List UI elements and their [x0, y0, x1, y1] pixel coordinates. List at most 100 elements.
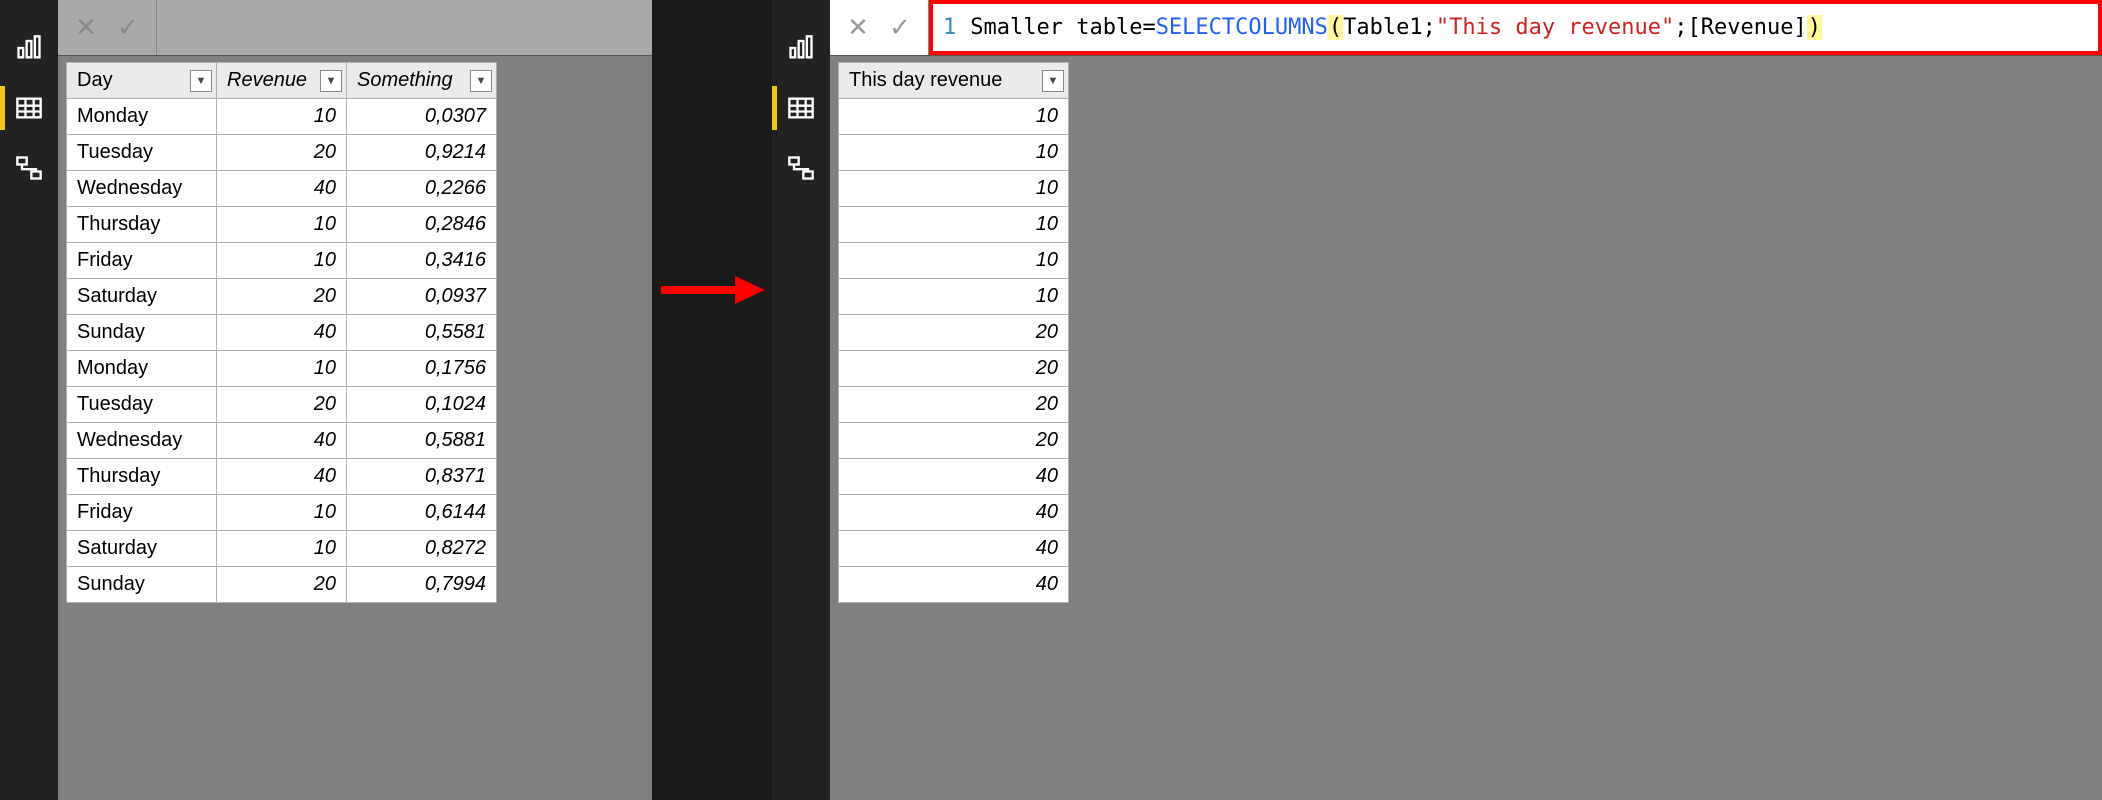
cell-day[interactable]: Friday [67, 243, 217, 279]
formula-input-left[interactable] [157, 0, 652, 55]
table-row[interactable]: 10 [839, 171, 1069, 207]
cell-something[interactable]: 0,5581 [347, 315, 497, 351]
table-row[interactable]: 10 [839, 99, 1069, 135]
table-row[interactable]: Monday100,1756 [67, 351, 497, 387]
table-row[interactable]: 10 [839, 135, 1069, 171]
col-header-something[interactable]: Something ▼ [347, 63, 497, 99]
cell-something[interactable]: 0,7994 [347, 567, 497, 603]
nav-data-view[interactable] [772, 78, 830, 138]
cell-this-day-revenue[interactable]: 40 [839, 567, 1069, 603]
table-row[interactable]: 10 [839, 243, 1069, 279]
table-row[interactable]: Saturday200,0937 [67, 279, 497, 315]
cell-revenue[interactable]: 10 [217, 99, 347, 135]
cell-something[interactable]: 0,3416 [347, 243, 497, 279]
cell-revenue[interactable]: 10 [217, 243, 347, 279]
table-row[interactable]: Sunday200,7994 [67, 567, 497, 603]
table-row[interactable]: Monday100,0307 [67, 99, 497, 135]
table-row[interactable]: 40 [839, 495, 1069, 531]
cell-something[interactable]: 0,5881 [347, 423, 497, 459]
cell-revenue[interactable]: 20 [217, 567, 347, 603]
cell-day[interactable]: Tuesday [67, 135, 217, 171]
table-row[interactable]: 40 [839, 459, 1069, 495]
col-header-revenue[interactable]: Revenue ▼ [217, 63, 347, 99]
cell-something[interactable]: 0,1024 [347, 387, 497, 423]
cell-day[interactable]: Wednesday [67, 423, 217, 459]
table-row[interactable]: Wednesday400,2266 [67, 171, 497, 207]
table-row[interactable]: 20 [839, 315, 1069, 351]
cell-this-day-revenue[interactable]: 10 [839, 135, 1069, 171]
cell-this-day-revenue[interactable]: 10 [839, 99, 1069, 135]
table-row[interactable]: Tuesday200,1024 [67, 387, 497, 423]
cell-day[interactable]: Saturday [67, 279, 217, 315]
nav-report-view[interactable] [772, 18, 830, 78]
cell-this-day-revenue[interactable]: 20 [839, 387, 1069, 423]
cell-this-day-revenue[interactable]: 20 [839, 423, 1069, 459]
cell-something[interactable]: 0,1756 [347, 351, 497, 387]
filter-dropdown[interactable]: ▼ [1042, 70, 1064, 92]
cell-revenue[interactable]: 10 [217, 351, 347, 387]
cell-day[interactable]: Friday [67, 495, 217, 531]
table-row[interactable]: 40 [839, 531, 1069, 567]
cell-revenue[interactable]: 10 [217, 207, 347, 243]
table-row[interactable]: Saturday100,8272 [67, 531, 497, 567]
table-row[interactable]: 20 [839, 351, 1069, 387]
cell-revenue[interactable]: 10 [217, 495, 347, 531]
cell-revenue[interactable]: 40 [217, 315, 347, 351]
cell-this-day-revenue[interactable]: 10 [839, 207, 1069, 243]
cell-day[interactable]: Thursday [67, 459, 217, 495]
cell-day[interactable]: Wednesday [67, 171, 217, 207]
formula-input-right[interactable]: 1 Smaller table = SELECTCOLUMNS ( Table1… [929, 0, 2102, 55]
cell-day[interactable]: Monday [67, 351, 217, 387]
nav-model-view[interactable] [0, 138, 58, 198]
cell-day[interactable]: Saturday [67, 531, 217, 567]
col-header-this-day-revenue[interactable]: This day revenue ▼ [839, 63, 1069, 99]
cell-this-day-revenue[interactable]: 10 [839, 171, 1069, 207]
cell-something[interactable]: 0,6144 [347, 495, 497, 531]
nav-report-view[interactable] [0, 18, 58, 78]
cell-day[interactable]: Monday [67, 99, 217, 135]
cell-this-day-revenue[interactable]: 10 [839, 279, 1069, 315]
cell-something[interactable]: 0,8272 [347, 531, 497, 567]
table-row[interactable]: Thursday400,8371 [67, 459, 497, 495]
cancel-button[interactable]: ✕ [68, 10, 104, 46]
cell-revenue[interactable]: 20 [217, 135, 347, 171]
cell-revenue[interactable]: 20 [217, 279, 347, 315]
filter-dropdown[interactable]: ▼ [190, 70, 212, 92]
table-row[interactable]: Tuesday200,9214 [67, 135, 497, 171]
filter-dropdown[interactable]: ▼ [470, 70, 492, 92]
cell-revenue[interactable]: 40 [217, 459, 347, 495]
table-row[interactable]: Friday100,3416 [67, 243, 497, 279]
cell-day[interactable]: Tuesday [67, 387, 217, 423]
cell-this-day-revenue[interactable]: 10 [839, 243, 1069, 279]
cell-something[interactable]: 0,0937 [347, 279, 497, 315]
cell-revenue[interactable]: 40 [217, 171, 347, 207]
cell-this-day-revenue[interactable]: 20 [839, 351, 1069, 387]
cell-something[interactable]: 0,2846 [347, 207, 497, 243]
filter-dropdown[interactable]: ▼ [320, 70, 342, 92]
table-row[interactable]: 10 [839, 207, 1069, 243]
cell-this-day-revenue[interactable]: 40 [839, 531, 1069, 567]
cell-day[interactable]: Sunday [67, 315, 217, 351]
cell-this-day-revenue[interactable]: 40 [839, 459, 1069, 495]
cell-day[interactable]: Thursday [67, 207, 217, 243]
cell-this-day-revenue[interactable]: 40 [839, 495, 1069, 531]
table-row[interactable]: Sunday400,5581 [67, 315, 497, 351]
cell-revenue[interactable]: 10 [217, 531, 347, 567]
table-row[interactable]: 40 [839, 567, 1069, 603]
table-row[interactable]: Wednesday400,5881 [67, 423, 497, 459]
cell-something[interactable]: 0,0307 [347, 99, 497, 135]
commit-button[interactable]: ✓ [110, 10, 146, 46]
table-row[interactable]: 20 [839, 423, 1069, 459]
cell-day[interactable]: Sunday [67, 567, 217, 603]
cell-something[interactable]: 0,8371 [347, 459, 497, 495]
table-row[interactable]: 10 [839, 279, 1069, 315]
col-header-day[interactable]: Day ▼ [67, 63, 217, 99]
nav-model-view[interactable] [772, 138, 830, 198]
cell-revenue[interactable]: 20 [217, 387, 347, 423]
nav-data-view[interactable] [0, 78, 58, 138]
cancel-button[interactable]: ✕ [840, 10, 876, 46]
cell-something[interactable]: 0,9214 [347, 135, 497, 171]
table-row[interactable]: 20 [839, 387, 1069, 423]
cell-revenue[interactable]: 40 [217, 423, 347, 459]
cell-something[interactable]: 0,2266 [347, 171, 497, 207]
